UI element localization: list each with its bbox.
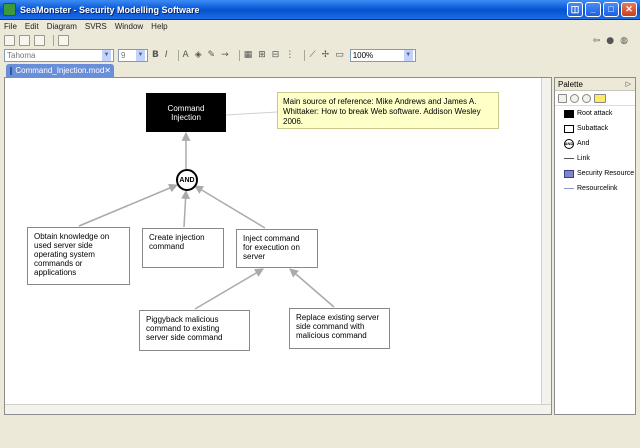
palette-item-label: Root attack: [577, 110, 613, 117]
resourcelink-icon: [564, 188, 574, 189]
line-style-icon[interactable]: →: [221, 50, 229, 60]
link-create-to-and: [181, 189, 191, 228]
print-icon[interactable]: [34, 35, 45, 46]
palette-item-label: Subattack: [577, 125, 609, 132]
menu-svrs[interactable]: SVRS: [85, 22, 107, 31]
palette-item-label: And: [577, 140, 590, 147]
toolbar-separator: [53, 35, 54, 46]
zoom-in-icon[interactable]: [570, 93, 579, 103]
palette-header: Palette ▷: [555, 78, 635, 91]
grid-icon[interactable]: ▭: [335, 50, 344, 60]
tab-command-injection[interactable]: Command_Injection.mod ✕: [6, 64, 114, 77]
link-obtain-to-and: [78, 183, 179, 227]
palette-title: Palette: [558, 79, 583, 89]
and-icon: AND: [564, 138, 574, 149]
model-file-icon: [10, 66, 13, 75]
fill-color-icon[interactable]: ◈: [195, 50, 202, 60]
perspective-icon[interactable]: ◍: [620, 36, 628, 46]
font-size-value: 9: [121, 50, 126, 60]
link-icon: [564, 158, 574, 159]
root-attack-icon: [564, 109, 574, 118]
minimize-button[interactable]: _: [585, 2, 601, 17]
palette-item-label: Link: [577, 155, 590, 162]
line-color-icon[interactable]: ✎: [208, 50, 216, 60]
menu-bar: File Edit Diagram SVRS Window Help: [0, 20, 640, 33]
close-button[interactable]: ✕: [621, 2, 637, 17]
bold-button[interactable]: B: [152, 50, 159, 60]
vertical-scrollbar[interactable]: [541, 78, 551, 414]
palette-item-label: Security Resource: [577, 170, 635, 177]
root-attack-node[interactable]: Command Injection: [146, 93, 226, 132]
tab-label: Command_Injection.mod: [15, 66, 105, 75]
app-icon: [3, 3, 16, 16]
subattack-piggyback[interactable]: Piggyback malicious command to existing …: [139, 310, 250, 351]
subattack-replace-command[interactable]: Replace existing server side command wit…: [289, 308, 390, 349]
collapse-arrow-icon[interactable]: ▷: [626, 80, 631, 88]
toolbar-separator: [304, 49, 306, 61]
note-tool-icon[interactable]: [594, 93, 606, 103]
palette-panel: Palette ▷ Root attack Subattack AND And …: [554, 77, 636, 415]
palette-item-root-attack[interactable]: Root attack: [555, 106, 635, 121]
align-icon[interactable]: ⊟: [272, 50, 280, 60]
font-size-select[interactable]: 9 ▼: [118, 48, 148, 62]
editor-tabbar: Command_Injection.mod ✕: [4, 63, 552, 77]
font-color-button[interactable]: A: [183, 50, 189, 60]
zoom-select[interactable]: 100% ▼: [349, 48, 416, 62]
menu-help[interactable]: Help: [151, 22, 167, 31]
snap-icon[interactable]: ✢: [322, 50, 330, 60]
toolbar-separator: [238, 49, 240, 61]
toolbar-separator: [177, 49, 179, 61]
security-resource-icon: [564, 169, 574, 178]
palette-item-resourcelink[interactable]: Resourcelink: [555, 181, 635, 196]
title-bar: SeaMonster - Security Modelling Software…: [0, 0, 640, 20]
close-tab-icon[interactable]: ✕: [104, 66, 111, 75]
zoom-out-icon[interactable]: [582, 93, 591, 103]
route-icon[interactable]: ⟋: [309, 50, 315, 60]
font-family-value: Tahoma: [7, 50, 36, 60]
menu-file[interactable]: File: [4, 22, 17, 31]
italic-button[interactable]: I: [165, 50, 168, 60]
format-toolbar: Tahoma ▼ 9 ▼ B I A ◈ ✎ → ▦ ⊞ ⊟ ⋮ ⟋ ✢ ▭ 1…: [0, 47, 640, 63]
link-inject-to-and: [194, 185, 266, 229]
window-title: SeaMonster - Security Modelling Software: [20, 4, 200, 15]
new-icon[interactable]: [4, 35, 15, 46]
diagram-canvas[interactable]: Command Injection Main source of referen…: [4, 77, 552, 415]
chevron-down-icon: ▼: [102, 49, 111, 61]
arrange-icon[interactable]: ⊞: [258, 50, 266, 60]
reference-note[interactable]: Main source of reference: Mike Andrews a…: [277, 92, 499, 129]
debug-icon[interactable]: ●: [606, 36, 614, 46]
save-icon[interactable]: [19, 35, 30, 46]
and-node[interactable]: AND: [176, 169, 198, 191]
zoom-value: 100%: [352, 50, 374, 60]
distribute-icon[interactable]: ⋮: [285, 50, 294, 60]
status-bar: [0, 418, 640, 448]
horizontal-scrollbar[interactable]: [5, 404, 551, 414]
font-family-select[interactable]: Tahoma ▼: [4, 48, 114, 62]
subattack-inject-command[interactable]: Inject command for execution on server: [236, 229, 318, 268]
select-arrow-icon[interactable]: [558, 93, 567, 103]
palette-item-label: Resourcelink: [577, 185, 618, 192]
menu-diagram[interactable]: Diagram: [47, 22, 77, 31]
chevron-down-icon: ▼: [403, 49, 413, 61]
palette-item-security-resource[interactable]: Security Resource: [555, 166, 635, 181]
palette-item-subattack[interactable]: Subattack: [555, 121, 635, 136]
chevron-down-icon: ▼: [136, 49, 145, 61]
menu-edit[interactable]: Edit: [25, 22, 39, 31]
subattack-icon: [564, 124, 574, 133]
restore-icon[interactable]: ◫: [567, 2, 583, 17]
link-piggyback-to-inject: [194, 268, 264, 310]
link-replace-to-inject: [289, 268, 335, 308]
subattack-create-injection[interactable]: Create injection command: [142, 228, 224, 268]
menu-window[interactable]: Window: [115, 22, 143, 31]
main-toolbar: ⇦ ● ◍: [0, 33, 640, 48]
palette-item-link[interactable]: Link: [555, 151, 635, 166]
palette-item-and[interactable]: AND And: [555, 136, 635, 151]
back-arrow-icon[interactable]: ⇦: [593, 36, 601, 46]
subattack-obtain-knowledge[interactable]: Obtain knowledge on used server side ope…: [27, 227, 130, 285]
properties-icon[interactable]: [58, 35, 69, 46]
select-all-icon[interactable]: ▦: [244, 50, 253, 60]
link-note-to-root: [225, 111, 278, 116]
maximize-button[interactable]: □: [603, 2, 619, 17]
palette-tools: [555, 91, 635, 106]
